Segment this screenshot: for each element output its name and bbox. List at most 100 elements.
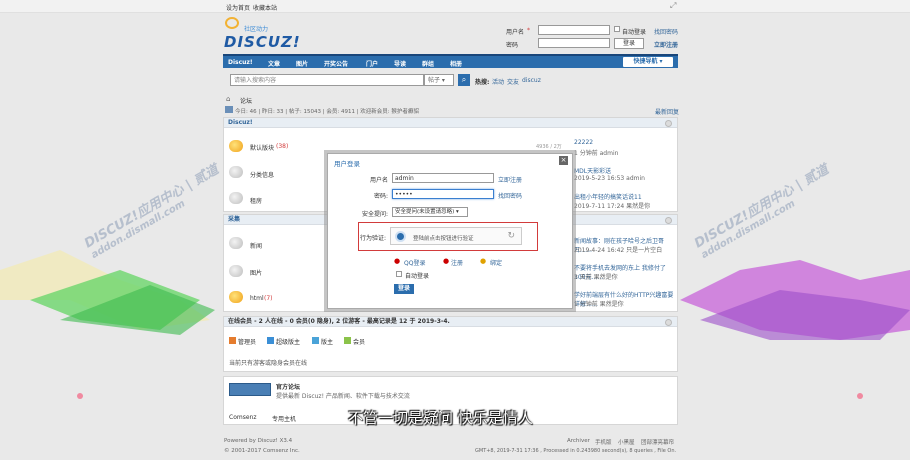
last-post-meta: 3 天前 果然是你 xyxy=(574,274,618,281)
bind-icon: ● xyxy=(480,257,487,265)
role-admin: 管理员 xyxy=(238,339,257,346)
password-label: 密码 xyxy=(506,42,519,49)
mod-icon xyxy=(312,337,319,344)
online-title[interactable]: 在线会员 - 2 人在线 - 0 会员(0 隐身), 2 位游客 - 最高记录是… xyxy=(224,317,677,327)
find-password-link[interactable]: 找回密码 xyxy=(654,27,678,36)
captcha-button[interactable]: 登陆前点击按钮进行验证 ↻ xyxy=(390,227,522,245)
last-post-title[interactable]: MDL天影彩送 xyxy=(574,166,611,175)
super-mod-icon xyxy=(267,337,274,344)
forum-icon xyxy=(229,265,243,277)
section-title[interactable]: Discuz! xyxy=(224,118,677,128)
footer-link[interactable]: 小黑屋 xyxy=(618,438,635,446)
username-input[interactable] xyxy=(538,25,610,35)
partner-link[interactable]: 专用主机 xyxy=(272,414,296,423)
forum-new-icon xyxy=(229,291,243,303)
nav-item-group[interactable]: 群组 xyxy=(422,59,434,68)
dialog-forgot-link[interactable]: 找回密码 xyxy=(498,191,522,200)
collapse-icon[interactable] xyxy=(665,217,672,224)
last-post-meta: 1 分钟前 admin xyxy=(574,150,619,157)
forum-today-count: (7) xyxy=(264,295,273,302)
last-post-meta: 2019-7-11 17:24 果然是你 xyxy=(574,203,651,210)
admin-icon xyxy=(229,337,236,344)
dialog-username-label: 用户名 xyxy=(369,177,388,184)
fullscreen-icon[interactable]: ⤢ xyxy=(670,1,676,11)
nav-item-picture[interactable]: 图片 xyxy=(296,59,308,68)
dialog-username-input[interactable]: admin xyxy=(392,173,494,183)
last-post-title[interactable]: 出租小年轻的搞笑话说11 xyxy=(574,192,642,201)
collapse-icon[interactable] xyxy=(665,120,672,127)
forum-name[interactable]: 默认版块 xyxy=(250,143,274,152)
nav-item-guide[interactable]: 导读 xyxy=(394,59,406,68)
member-icon xyxy=(344,337,351,344)
latest-replies-link[interactable]: 最新回复 xyxy=(655,107,679,116)
bind-link[interactable]: 绑定 xyxy=(490,258,502,267)
captcha-text: 登陆前点击按钮进行验证 xyxy=(413,236,474,242)
security-question-label: 安全提问: xyxy=(361,211,388,218)
forum-name[interactable]: 租房 xyxy=(250,196,262,205)
dialog-auto-login-label: 自动登录 xyxy=(405,273,430,280)
process-time: GMT+8, 2019-7-31 17:36 , Processed in 0.… xyxy=(475,448,677,454)
stats-chart-icon xyxy=(225,106,233,113)
role-super-mod: 超级版主 xyxy=(276,339,301,346)
quick-nav-button[interactable]: 快捷导航 ▾ xyxy=(623,57,673,67)
hot-search-link[interactable]: discuz xyxy=(522,77,541,84)
site-logo[interactable]: 社区动力 DISCUZ! xyxy=(224,16,300,51)
dialog-login-button[interactable]: 登录 xyxy=(394,284,414,294)
official-forum-name[interactable]: 官方论坛 xyxy=(276,382,300,391)
search-scope-select[interactable]: 帖子 ▾ xyxy=(424,74,454,86)
hot-search-link[interactable]: 交友 xyxy=(507,77,519,86)
powered-by: Powered by Discuz! X3.4 xyxy=(224,438,293,444)
search-icon[interactable]: ⌕ xyxy=(458,74,470,86)
video-subtitle: 不管一切是疑问 快乐是情人 xyxy=(348,409,533,427)
auto-login-label: 自动登录 xyxy=(622,29,647,36)
logo-text: DISCUZ! xyxy=(224,33,301,51)
dialog-password-input[interactable]: ••••• xyxy=(392,189,494,199)
official-forum-logo[interactable] xyxy=(229,383,271,396)
copyright: © 2001-2017 Comsenz Inc. xyxy=(224,448,300,454)
password-input[interactable] xyxy=(538,38,610,48)
nav-item-article[interactable]: 文章 xyxy=(268,59,280,68)
captcha-dot-icon xyxy=(395,231,406,242)
forum-icon xyxy=(229,192,243,204)
nav-item-discuz[interactable]: Discuz! xyxy=(228,59,253,66)
logo-subtitle: 社区动力 xyxy=(244,26,269,33)
role-mod: 版主 xyxy=(321,339,334,346)
nav-item-lottery[interactable]: 开奖公告 xyxy=(324,59,348,68)
footer-link[interactable]: Archiver xyxy=(567,438,590,444)
partner-link[interactable]: Comsenz xyxy=(229,414,256,421)
provider-register-link[interactable]: 注册 xyxy=(451,258,463,267)
bookmark-link[interactable]: 收藏本站 xyxy=(253,3,277,12)
hot-search-link[interactable]: 活动 xyxy=(492,77,504,86)
footer-link[interactable]: 团部漂亮幕帘 xyxy=(641,438,674,446)
forum-icon xyxy=(229,166,243,178)
login-button[interactable]: 登录 xyxy=(614,38,644,49)
nav-item-album[interactable]: 相册 xyxy=(450,59,462,68)
last-post-meta: 2019-5-23 16:53 admin xyxy=(574,175,645,182)
security-question-select[interactable]: 安全提问(未设置请忽略) ▾ xyxy=(392,207,468,217)
register-link[interactable]: 立即注册 xyxy=(654,40,678,49)
nav-item-portal[interactable]: 门户 xyxy=(366,59,378,68)
last-post-meta: 2019-4-24 16:42 只是一片空白 xyxy=(574,247,663,254)
top-bar: 设为首页 收藏本站 ⤢ xyxy=(0,0,910,13)
dialog-auto-login-checkbox[interactable] xyxy=(396,271,402,277)
last-post-title[interactable]: 22222 xyxy=(574,139,593,146)
footer-link[interactable]: 手机版 xyxy=(595,438,612,446)
forum-today-count: (38) xyxy=(276,143,289,150)
close-icon[interactable]: × xyxy=(559,156,568,165)
forum-name[interactable]: 分类信息 xyxy=(250,170,274,179)
auto-login-checkbox[interactable] xyxy=(614,26,620,32)
forum-name[interactable]: 图片 xyxy=(250,268,262,277)
forum-stats: 今日: 46 | 昨日: 33 | 帖子: 15043 | 会员: 4911 |… xyxy=(235,109,419,115)
search-input[interactable]: 请输入搜索内容 xyxy=(230,74,424,86)
set-home-link[interactable]: 设为首页 xyxy=(226,3,250,12)
qq-login-link[interactable]: QQ登录 xyxy=(404,258,425,267)
home-icon[interactable]: ⌂ xyxy=(226,95,230,103)
dialog-password-label: 密码: xyxy=(373,193,388,200)
forum-name[interactable]: 新闻 xyxy=(250,241,262,250)
forum-name[interactable]: html xyxy=(250,295,264,302)
qq-icon: ● xyxy=(394,257,401,265)
refresh-icon[interactable]: ↻ xyxy=(507,231,515,241)
dialog-register-link[interactable]: 立即注册 xyxy=(498,175,522,184)
breadcrumb-forum[interactable]: 论坛 xyxy=(240,96,252,105)
collapse-icon[interactable] xyxy=(665,319,672,326)
